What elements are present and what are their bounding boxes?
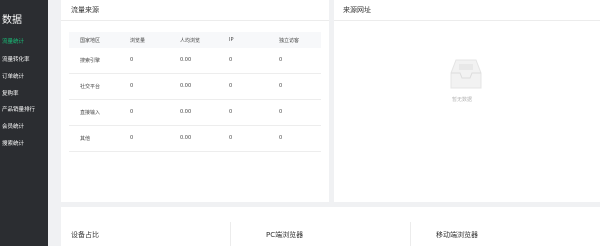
device-browser-panel [61,207,600,246]
table-row: 搜索引擎 0 0.00 0 0 [69,48,321,74]
sidebar-item-traffic-conversion[interactable]: 流量转化率 [2,55,30,63]
table-cell: 0 [229,135,233,141]
sidebar: 数据 流量统计 流量转化率 订单统计 复购率 产品销量排行 会员统计 搜索统计 [0,0,48,246]
panel-divider [230,222,231,246]
table-cell: 其他 [80,136,91,142]
panel-divider [334,20,600,21]
table-row: 直接输入 0 0.00 0 0 [69,100,321,126]
panel-divider [61,20,329,21]
column-header-ip: IP [229,37,234,43]
table-cell: 0 [130,109,134,115]
sidebar-title: 数据 [2,15,22,26]
inbox-icon [449,55,483,93]
column-header-avg-views: 人均浏览 [180,38,201,44]
table-cell: 0 [229,83,233,89]
table-cell: 0 [279,83,283,89]
table-cell: 0 [229,57,233,63]
table-cell: 0 [229,109,233,115]
device-share-title: 设备占比 [71,231,99,239]
table-cell: 0.00 [180,135,192,141]
table-row: 社交平台 0 0.00 0 0 [69,74,321,100]
pc-browser-title: PC端浏览器 [266,231,304,239]
table-row: 其他 0 0.00 0 0 [69,126,321,152]
sidebar-item-member-stats[interactable]: 会员统计 [2,122,24,130]
traffic-source-table: 国家地区 浏览量 人均浏览 IP 独立访客 搜索引擎 0 0.00 0 0 社交… [69,32,321,152]
source-url-title: 来源网址 [343,6,371,14]
sidebar-item-repurchase-rate[interactable]: 复购率 [2,89,19,97]
table-cell: 0 [279,109,283,115]
table-cell: 0 [130,57,134,63]
column-header-page-views: 浏览量 [130,38,146,44]
column-header-unique-visitors: 独立访客 [279,38,300,44]
table-cell: 0 [130,83,134,89]
sidebar-item-search-stats[interactable]: 搜索统计 [2,139,24,147]
table-cell: 0.00 [180,109,192,115]
sidebar-item-product-sales-ranking[interactable]: 产品销量排行 [2,105,35,113]
table-cell: 0 [279,57,283,63]
table-header: 国家地区 浏览量 人均浏览 IP 独立访客 [69,32,321,48]
table-cell: 直接输入 [80,110,101,116]
table-cell: 0.00 [180,57,192,63]
table-cell: 0 [130,135,134,141]
panel-divider [410,222,411,246]
sidebar-item-order-stats[interactable]: 订单统计 [2,72,24,80]
table-cell: 0 [279,135,283,141]
column-header-region: 国家地区 [80,38,101,44]
mobile-browser-title: 移动端浏览器 [436,231,478,239]
table-cell: 搜索引擎 [80,58,101,64]
empty-state-text: 暂无数据 [452,97,473,103]
table-cell: 0.00 [180,83,192,89]
sidebar-item-traffic-stats[interactable]: 流量统计 [2,37,24,45]
table-cell: 社交平台 [80,84,101,90]
traffic-source-title: 流量来源 [71,6,99,14]
